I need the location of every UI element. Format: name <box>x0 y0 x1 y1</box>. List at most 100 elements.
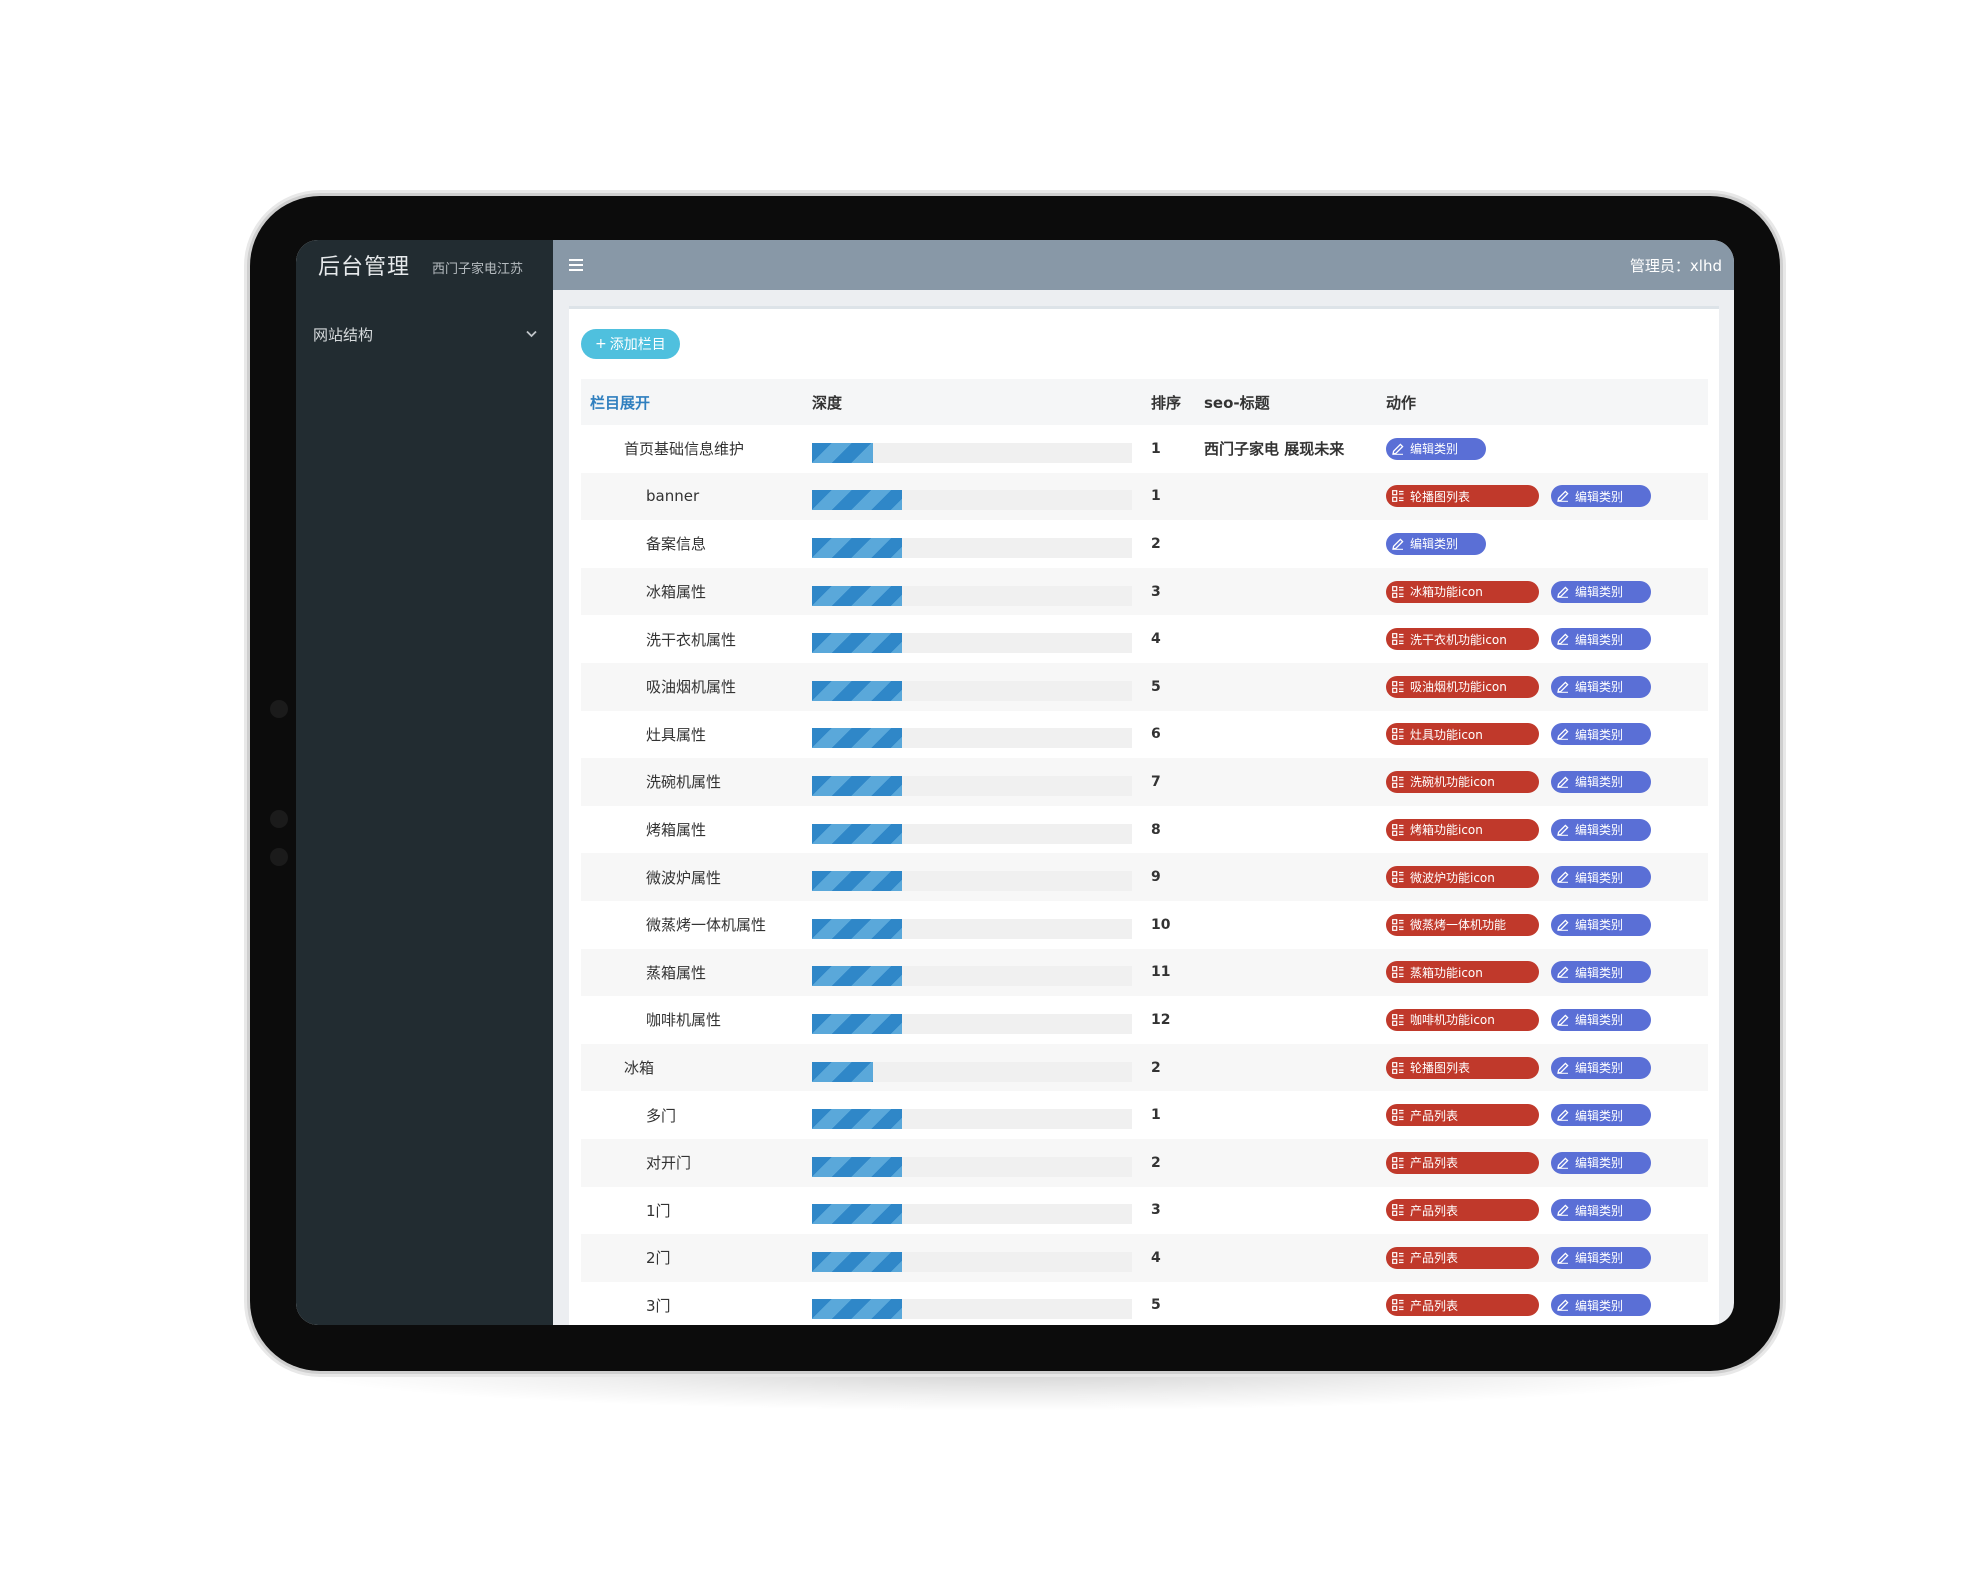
depth-bar <box>812 966 1132 987</box>
hamburger-icon[interactable] <box>569 255 583 276</box>
seo-title: 西门子家电 展现未来 <box>1204 440 1345 459</box>
edit-icon <box>1557 681 1569 693</box>
table-row: 微蒸烤一体机属性 10 微蒸烤一体机功能 编辑类别 <box>581 901 1708 949</box>
list-button[interactable]: 蒸箱功能icon <box>1386 961 1539 984</box>
column-name: 对开门 <box>646 1154 692 1173</box>
order-value: 5 <box>1151 1297 1161 1314</box>
camera-dot <box>270 810 288 828</box>
header-order: 排序 <box>1151 393 1182 412</box>
depth-bar-fill <box>812 490 902 511</box>
order-value: 7 <box>1151 773 1161 790</box>
edit-category-button[interactable]: 编辑类别 <box>1551 1151 1651 1174</box>
edit-category-button[interactable]: 编辑类别 <box>1551 961 1651 984</box>
edit-category-button[interactable]: 编辑类别 <box>1551 1008 1651 1031</box>
plus-icon: + <box>595 336 607 352</box>
edit-icon <box>1557 919 1569 931</box>
edit-category-button[interactable]: 编辑类别 <box>1551 628 1651 651</box>
grid-icon <box>1392 1156 1404 1169</box>
edit-category-button[interactable]: 编辑类别 <box>1551 485 1651 508</box>
list-button[interactable]: 产品列表 <box>1386 1199 1539 1222</box>
order-value: 4 <box>1151 1249 1161 1266</box>
depth-bar-fill <box>812 1061 873 1082</box>
app-title: 后台管理 <box>318 255 411 280</box>
list-button[interactable]: 洗干衣机功能icon <box>1386 628 1539 651</box>
edit-category-button[interactable]: 编辑类别 <box>1551 1246 1651 1269</box>
header-expand[interactable]: 栏目展开 <box>590 379 650 425</box>
edit-category-button[interactable]: 编辑类别 <box>1551 1294 1651 1317</box>
edit-category-button[interactable]: 编辑类别 <box>1551 913 1651 936</box>
add-column-button[interactable]: + 添加栏目 <box>581 329 680 359</box>
table-row: 洗碗机属性 7 洗碗机功能icon 编辑类别 <box>581 758 1708 806</box>
list-button[interactable]: 咖啡机功能icon <box>1386 1008 1539 1031</box>
edit-icon <box>1557 1299 1569 1312</box>
button-label: 编辑类别 <box>1575 870 1624 885</box>
content-panel: + 添加栏目 栏目展开 深度 排序 seo-标题 动作 首页基础信息维护 1 西门子… <box>569 306 1719 1325</box>
edit-category-button[interactable]: 编辑类别 <box>1551 1104 1651 1127</box>
sidebar-item-site-structure[interactable]: 网站结构 <box>296 314 553 354</box>
action-cell: 产品列表 编辑类别 <box>1386 1234 1651 1282</box>
list-button[interactable]: 吸油烟机功能icon <box>1386 675 1539 698</box>
list-button[interactable]: 轮播图列表 <box>1386 485 1539 508</box>
app-subtitle: 西门子家电江苏 <box>432 261 524 277</box>
edit-category-button[interactable]: 编辑类别 <box>1551 770 1651 793</box>
depth-cell <box>812 1091 1132 1139</box>
grid-icon <box>1392 585 1404 598</box>
column-name: 洗碗机属性 <box>646 773 722 792</box>
edit-category-button[interactable]: 编辑类别 <box>1551 580 1651 603</box>
list-button[interactable]: 灶具功能icon <box>1386 723 1539 746</box>
grid-icon <box>1392 1204 1404 1217</box>
depth-bar <box>812 918 1132 939</box>
list-button[interactable]: 产品列表 <box>1386 1104 1539 1127</box>
order-value: 5 <box>1151 678 1161 695</box>
button-label: 轮播图列表 <box>1410 489 1471 504</box>
edit-category-button[interactable]: 编辑类别 <box>1551 866 1651 889</box>
depth-cell <box>812 711 1132 759</box>
table-row: banner 1 轮播图列表 编辑类别 <box>581 472 1708 521</box>
edit-category-button[interactable]: 编辑类别 <box>1551 675 1651 698</box>
column-name: 3门 <box>646 1296 671 1315</box>
depth-cell <box>812 901 1132 949</box>
button-label: 编辑类别 <box>1575 1061 1624 1076</box>
depth-cell <box>812 1044 1132 1092</box>
list-button[interactable]: 冰箱功能icon <box>1386 580 1539 603</box>
table-row: 多门 1 产品列表 编辑类别 <box>581 1091 1708 1139</box>
order-value: 11 <box>1151 964 1171 981</box>
depth-bar <box>812 442 1132 463</box>
table-row: 1门 3 产品列表 编辑类别 <box>581 1187 1708 1235</box>
list-button[interactable]: 洗碗机功能icon <box>1386 770 1539 793</box>
list-button[interactable]: 微波炉功能icon <box>1386 866 1539 889</box>
edit-category-button[interactable]: 编辑类别 <box>1551 723 1651 746</box>
action-cell: 产品列表 编辑类别 <box>1386 1187 1651 1235</box>
list-button[interactable]: 产品列表 <box>1386 1294 1539 1317</box>
edit-category-button[interactable]: 编辑类别 <box>1551 1056 1651 1079</box>
button-label: 产品列表 <box>1410 1108 1459 1123</box>
order-value: 3 <box>1151 1202 1161 1219</box>
button-label: 咖啡机功能icon <box>1410 1013 1495 1028</box>
column-name: 微波炉属性 <box>646 868 722 887</box>
list-button[interactable]: 轮播图列表 <box>1386 1056 1539 1079</box>
edit-category-button[interactable]: 编辑类别 <box>1551 1199 1651 1222</box>
edit-category-button[interactable]: 编辑类别 <box>1551 818 1651 841</box>
list-button[interactable]: 产品列表 <box>1386 1151 1539 1174</box>
depth-bar-fill <box>812 728 902 749</box>
order-value: 1 <box>1151 440 1161 457</box>
action-cell: 洗干衣机功能icon 编辑类别 <box>1386 615 1651 663</box>
list-button[interactable]: 微蒸烤一体机功能 <box>1386 913 1539 936</box>
depth-bar-fill <box>812 633 902 654</box>
button-label: 编辑类别 <box>1575 1108 1624 1123</box>
grid-icon <box>1392 680 1404 693</box>
depth-bar-fill <box>812 775 902 796</box>
edit-category-button[interactable]: 编辑类别 <box>1386 532 1486 555</box>
sidebar-item-label: 网站结构 <box>313 325 374 344</box>
header-depth: 深度 <box>812 393 843 412</box>
button-label: 产品列表 <box>1410 1156 1459 1171</box>
table-row: 蒸箱属性 11 蒸箱功能icon 编辑类别 <box>581 948 1708 997</box>
depth-cell <box>812 473 1132 521</box>
list-button[interactable]: 产品列表 <box>1386 1246 1539 1269</box>
action-cell: 洗碗机功能icon 编辑类别 <box>1386 758 1651 806</box>
button-label: 微波炉功能icon <box>1410 870 1495 885</box>
edit-category-button[interactable]: 编辑类别 <box>1386 437 1486 460</box>
column-name: 冰箱 <box>624 1059 655 1078</box>
order-value: 1 <box>1151 1107 1161 1124</box>
list-button[interactable]: 烤箱功能icon <box>1386 818 1539 841</box>
